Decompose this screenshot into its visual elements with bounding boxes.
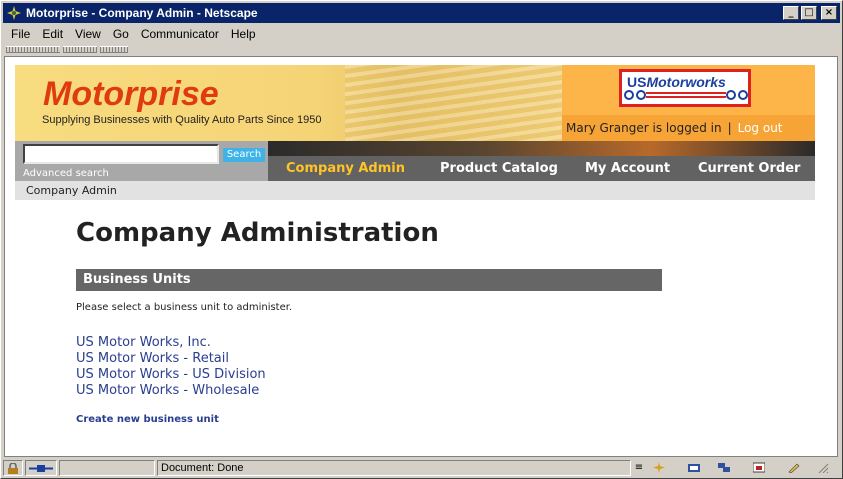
site-logo[interactable]: Motorprise	[43, 75, 219, 114]
business-unit-link[interactable]: US Motor Works, Inc.	[76, 335, 266, 351]
nav-product-catalog[interactable]: Product Catalog	[440, 161, 558, 176]
partner-logo-name: Motorworks	[646, 74, 726, 90]
menu-go[interactable]: Go	[107, 27, 135, 41]
breadcrumb: Company Admin	[15, 181, 815, 200]
business-unit-link[interactable]: US Motor Works - US Division	[76, 367, 266, 383]
breadcrumb-item: Company Admin	[26, 184, 117, 197]
logout-link[interactable]: Log out	[738, 121, 783, 135]
login-separator: |	[727, 121, 732, 135]
advanced-search-link[interactable]: Advanced search	[23, 168, 109, 179]
minimize-button[interactable]: _	[783, 6, 799, 20]
create-business-unit-link[interactable]: Create new business unit	[76, 414, 219, 425]
partner-logo-prefix: US	[627, 74, 647, 90]
toolbar-grips	[3, 44, 840, 54]
edit-pencil-icon[interactable]	[788, 462, 800, 474]
instruction-text: Please select a business unit to adminis…	[76, 302, 293, 313]
business-unit-link[interactable]: US Motor Works - Retail	[76, 351, 266, 367]
document-status: Document: Done	[161, 462, 244, 474]
personal-toolbar-grip[interactable]	[100, 45, 128, 53]
main-nav: Company Admin Product Catalog My Account…	[268, 156, 815, 181]
window-title: Motorprise - Company Admin - Netscape	[26, 6, 258, 20]
resize-grip-icon[interactable]	[817, 462, 829, 474]
connection-icon	[29, 463, 53, 474]
section-title: Business Units	[83, 272, 191, 287]
page-title: Company Administration	[76, 218, 439, 248]
nav-current-order[interactable]: Current Order	[698, 161, 800, 176]
partner-logo: USMotorworks	[619, 69, 751, 107]
menu-bar: File Edit View Go Communicator Help	[3, 24, 840, 43]
menu-file[interactable]: File	[3, 27, 36, 41]
mail-icon[interactable]	[688, 462, 700, 473]
logo-stripes	[646, 92, 726, 100]
component-bar-grip-icon[interactable]: ≡	[633, 462, 645, 473]
brand-banner: Motorprise Supplying Businesses with Qua…	[15, 65, 562, 141]
nav-decoration	[268, 141, 815, 156]
document-status-cell: Document: Done	[157, 460, 631, 476]
search-button[interactable]: Search	[223, 148, 265, 162]
page-viewport: Motorprise Supplying Businesses with Qua…	[4, 56, 838, 457]
business-unit-list: US Motor Works, Inc. US Motor Works - Re…	[76, 335, 266, 399]
menu-view[interactable]: View	[69, 27, 107, 41]
discussion-icon[interactable]	[718, 462, 730, 473]
navigation-toolbar-grip[interactable]	[6, 45, 60, 53]
nav-company-admin[interactable]: Company Admin	[286, 161, 405, 176]
wheel-icon	[624, 90, 634, 100]
location-toolbar-grip[interactable]	[63, 45, 97, 53]
navigator-icon[interactable]	[653, 462, 665, 473]
close-button[interactable]: ×	[821, 6, 837, 20]
title-bar[interactable]: Motorprise - Company Admin - Netscape _ …	[3, 3, 840, 23]
connection-cell[interactable]	[25, 460, 57, 476]
wheel-icon	[636, 90, 646, 100]
login-status: Mary Granger is logged in | Log out	[562, 115, 815, 141]
site-header: Motorprise Supplying Businesses with Qua…	[15, 65, 815, 200]
nav-my-account[interactable]: My Account	[585, 161, 670, 176]
section-header: Business Units	[76, 269, 662, 291]
menu-help[interactable]: Help	[225, 27, 262, 41]
search-input[interactable]	[23, 144, 219, 164]
netscape-icon	[6, 5, 22, 21]
logged-in-text: Mary Granger is logged in	[566, 121, 722, 135]
security-lock-cell[interactable]	[3, 460, 23, 476]
wheel-icon	[726, 90, 736, 100]
site-tagline: Supplying Businesses with Quality Auto P…	[42, 114, 322, 126]
wheel-icon	[738, 90, 748, 100]
business-unit-link[interactable]: US Motor Works - Wholesale	[76, 383, 266, 399]
menu-communicator[interactable]: Communicator	[135, 27, 225, 41]
car-photo	[345, 65, 562, 141]
search-area: Search Advanced search	[15, 141, 268, 181]
partner-area: USMotorworks Mary Granger is logged in |…	[562, 65, 815, 141]
component-bar: ≡	[633, 460, 830, 476]
lock-icon	[7, 462, 19, 474]
menu-edit[interactable]: Edit	[36, 27, 69, 41]
maximize-button[interactable]: □	[801, 6, 817, 20]
progress-cell	[59, 460, 155, 476]
composer-icon[interactable]	[752, 462, 766, 473]
browser-window: Motorprise - Company Admin - Netscape _ …	[0, 0, 843, 479]
status-bar: Document: Done ≡	[3, 459, 840, 477]
